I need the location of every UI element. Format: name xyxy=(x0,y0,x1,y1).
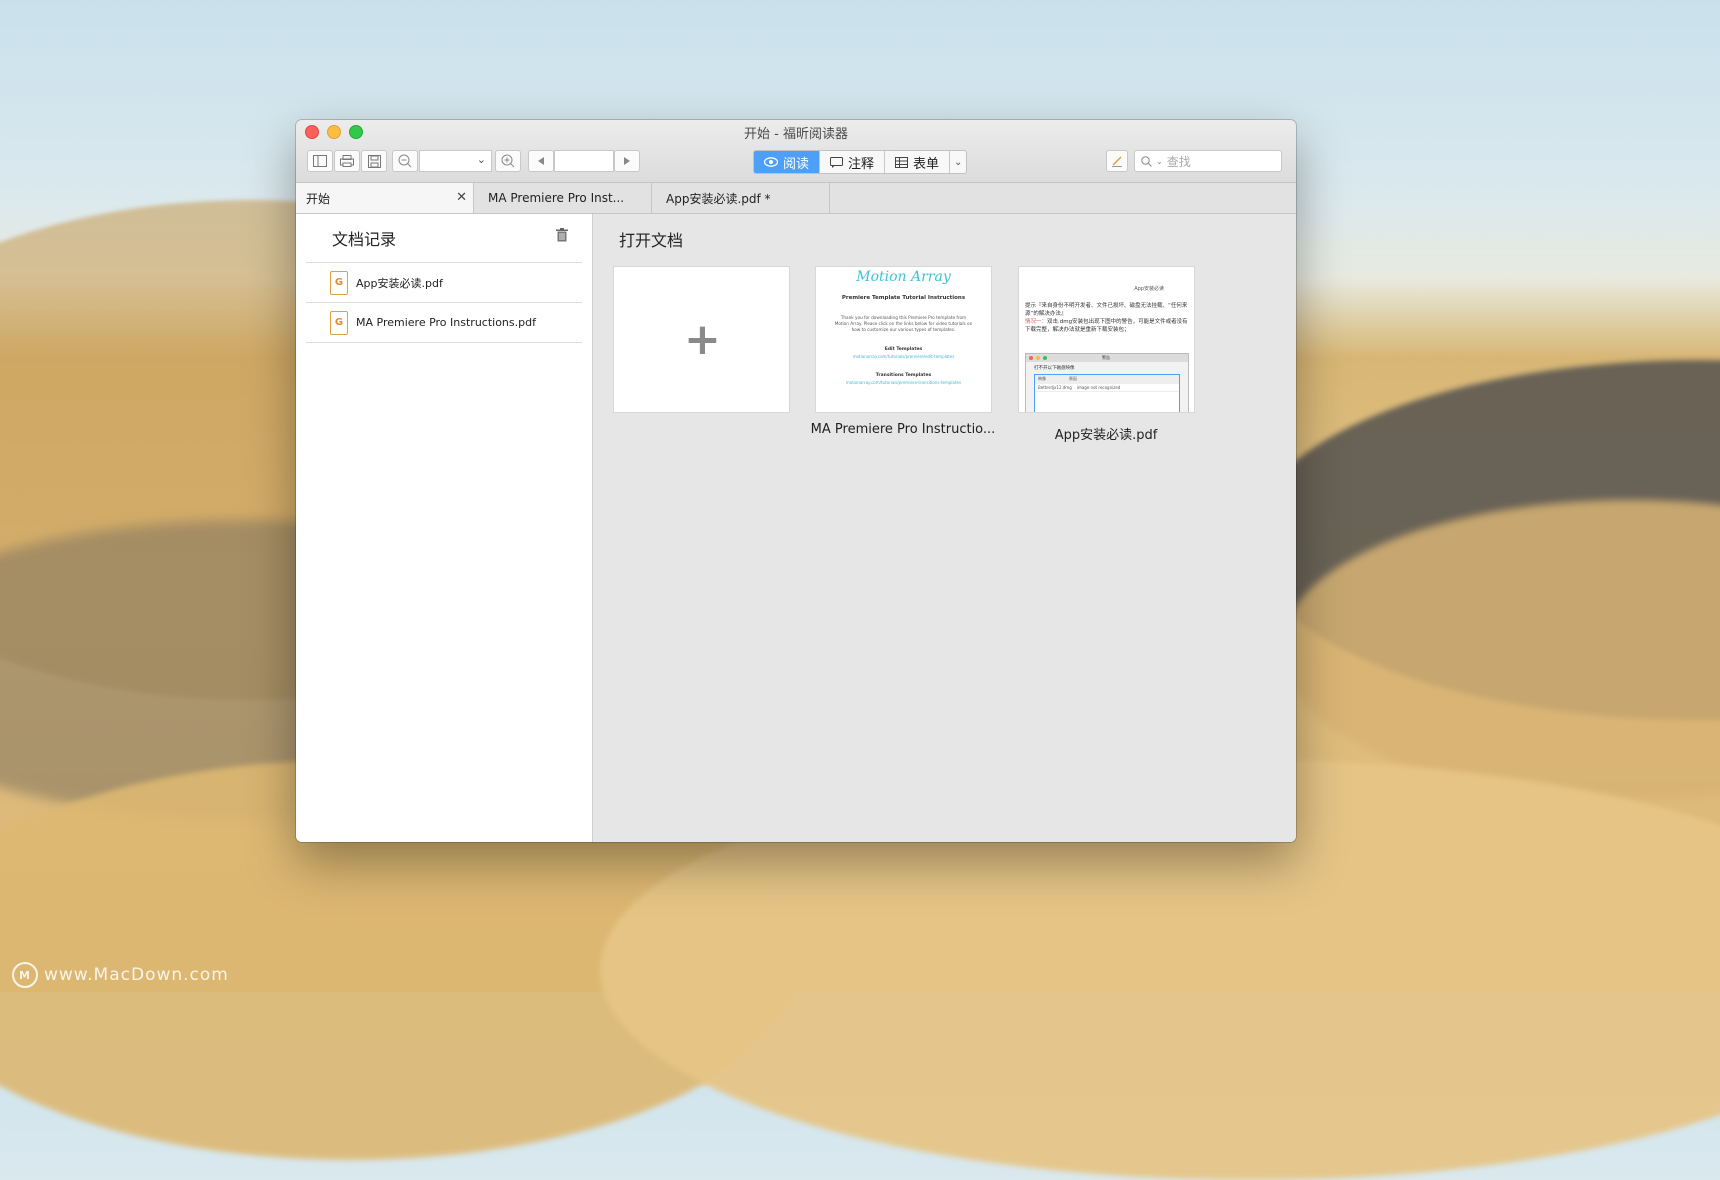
history-item[interactable]: G MA Premiere Pro Instructions.pdf xyxy=(306,303,582,343)
comment-icon xyxy=(830,156,844,168)
mode-annotate-label: 注释 xyxy=(848,156,875,172)
zoom-out-button[interactable] xyxy=(392,150,418,172)
pdf-file-icon: G xyxy=(330,270,348,295)
thumb-link: motionarray.com/tutorials/premiere/edit-… xyxy=(852,354,955,359)
pdf-file-icon: G xyxy=(330,310,348,335)
sidebar-icon xyxy=(313,155,327,167)
titlebar: 开始 - 福昕阅读器 ⌄ 阅读 注释 表单 ⌄ ⌄ 查找 xyxy=(296,120,1296,183)
history-item-label: MA Premiere Pro Instructions.pdf xyxy=(356,316,536,329)
thumb-dialog-title: 警告 xyxy=(1102,355,1110,360)
thumb-dialog-bar: 警告 xyxy=(1026,354,1188,362)
zoom-in-icon xyxy=(501,154,515,168)
dot-icon xyxy=(1029,356,1033,360)
document-history-sidebar: 文档记录 G App安装必读.pdf G MA Premiere Pro Ins… xyxy=(296,214,593,842)
page-number-input[interactable] xyxy=(554,150,614,172)
document-card-app-pdf[interactable]: App安装必读 提示『来自身份不明开发者、文件已损坏、磁盘无法挂载、“任何来源”… xyxy=(1018,266,1195,413)
sidebar-header: 文档记录 xyxy=(306,214,582,263)
thumb-cell: image not recognized xyxy=(1076,385,1121,390)
chevron-down-icon: ⌄ xyxy=(476,153,486,166)
thumb-table-header: 映像 原因 xyxy=(1035,375,1179,384)
document-card-label: App安装必读.pdf xyxy=(1054,428,1158,443)
document-card-label: MA Premiere Pro Instructio... xyxy=(810,422,996,437)
thumb-col: 映像 xyxy=(1038,376,1046,381)
watermark: M www.MacDown.com xyxy=(12,962,229,988)
trash-icon[interactable] xyxy=(556,228,568,242)
thumb-dialog-text: 打不开以下磁盘映像 xyxy=(1034,366,1075,371)
mode-annotate-button[interactable]: 注释 xyxy=(820,151,886,173)
history-item[interactable]: G App安装必读.pdf xyxy=(306,263,582,303)
panel-title: 打开文档 xyxy=(619,231,684,250)
thumb-line: 提示『来自身份不明开发者、文件已损坏、磁盘无法挂载、“任何来源”的解决办法』 xyxy=(1025,303,1188,317)
thumb-line: 双击.dmg安装包出现下图中的警告，可能是文件或者没有下载完整，解决办法就是重新… xyxy=(1025,319,1188,333)
sidebar-toggle-button[interactable] xyxy=(307,150,333,172)
triangle-right-icon xyxy=(624,157,630,165)
close-tab-icon[interactable]: ✕ xyxy=(456,190,467,205)
previous-page-button[interactable] xyxy=(528,150,554,172)
edit-pen-button[interactable] xyxy=(1106,150,1128,172)
pen-icon xyxy=(1112,156,1122,167)
thumb-dialog-table: 映像 原因 Betterdjx12.dmg image not recogniz… xyxy=(1034,374,1180,412)
printer-icon xyxy=(340,155,354,167)
dot-icon xyxy=(1043,356,1047,360)
thumb-table-row: Betterdjx12.dmg image not recognized xyxy=(1035,384,1179,392)
tab-start-label: 开始 xyxy=(306,191,331,206)
thumb-red-label: 情况一： xyxy=(1025,319,1048,325)
chevron-down-icon: ⌄ xyxy=(954,156,963,168)
open-documents-panel: 打开文档 + Motion Array Premiere Template Tu… xyxy=(593,214,1296,842)
zoom-select[interactable]: ⌄ xyxy=(419,150,492,172)
mode-segmented-control: 阅读 注释 表单 ⌄ xyxy=(753,150,968,174)
thumb-body: Thank you for downloading this Premiere … xyxy=(834,315,973,332)
watermark-text: www.MacDown.com xyxy=(44,965,229,985)
thumb-heading: App安装必读 xyxy=(1134,286,1164,292)
zoom-in-button[interactable] xyxy=(495,150,521,172)
thumb-body: 提示『来自身份不明开发者、文件已损坏、磁盘无法挂载、“任何来源”的解决办法』 情… xyxy=(1025,302,1188,334)
thumb-dialog: 警告 打不开以下磁盘映像 映像 原因 Betterdjx12.dmg image… xyxy=(1025,353,1189,412)
tab-app-pdf-label: App安装必读.pdf * xyxy=(666,191,771,206)
form-icon xyxy=(895,156,909,168)
tab-start[interactable]: 开始 ✕ xyxy=(296,183,474,213)
mode-more-button[interactable]: ⌄ xyxy=(950,151,966,173)
thumb-subheading: Edit Templates xyxy=(884,347,923,352)
thumb-link: motionarray.com/tutorials/premiere-trans… xyxy=(845,380,962,385)
eye-icon xyxy=(764,157,778,167)
macdown-logo-icon: M xyxy=(12,962,38,988)
search-field[interactable]: ⌄ 查找 xyxy=(1134,150,1282,172)
dot-icon xyxy=(1036,356,1040,360)
save-icon xyxy=(367,154,381,168)
tab-ma-premiere-label: MA Premiere Pro Inst... xyxy=(488,191,625,205)
mode-read-label: 阅读 xyxy=(783,156,810,172)
thumb-cell: Betterdjx12.dmg xyxy=(1038,385,1072,390)
thumb-logo: Motion Array xyxy=(856,269,951,285)
mode-form-label: 表单 xyxy=(913,156,940,172)
app-window: 开始 - 福昕阅读器 ⌄ 阅读 注释 表单 ⌄ ⌄ 查找 开始 ✕ MA Pre… xyxy=(296,120,1296,842)
tab-ma-premiere[interactable]: MA Premiere Pro Inst... xyxy=(474,183,652,213)
save-button[interactable] xyxy=(361,150,387,172)
next-page-button[interactable] xyxy=(614,150,640,172)
print-button[interactable] xyxy=(334,150,360,172)
thumb-heading: Premiere Template Tutorial Instructions xyxy=(841,295,966,301)
sidebar-title: 文档记录 xyxy=(332,230,397,249)
window-title: 开始 - 福昕阅读器 xyxy=(744,127,848,142)
mode-form-button[interactable]: 表单 xyxy=(885,151,951,173)
search-icon xyxy=(1141,155,1152,167)
plus-icon: + xyxy=(684,314,721,365)
document-tabs: 开始 ✕ MA Premiere Pro Inst... App安装必读.pdf… xyxy=(296,183,1296,214)
document-card-ma-premiere[interactable]: Motion Array Premiere Template Tutorial … xyxy=(815,266,992,413)
search-options-chevron-icon: ⌄ xyxy=(1156,156,1163,166)
thumb-col: 原因 xyxy=(1068,376,1077,381)
thumb-subheading: Transitions Templates xyxy=(875,373,932,378)
triangle-left-icon xyxy=(538,157,544,165)
open-file-card[interactable]: + xyxy=(613,266,790,413)
zoom-out-icon xyxy=(398,154,412,168)
search-placeholder: 查找 xyxy=(1166,154,1191,169)
history-item-label: App安装必读.pdf xyxy=(356,276,443,290)
tab-app-pdf[interactable]: App安装必读.pdf * xyxy=(652,183,830,213)
mode-read-button[interactable]: 阅读 xyxy=(754,151,821,173)
